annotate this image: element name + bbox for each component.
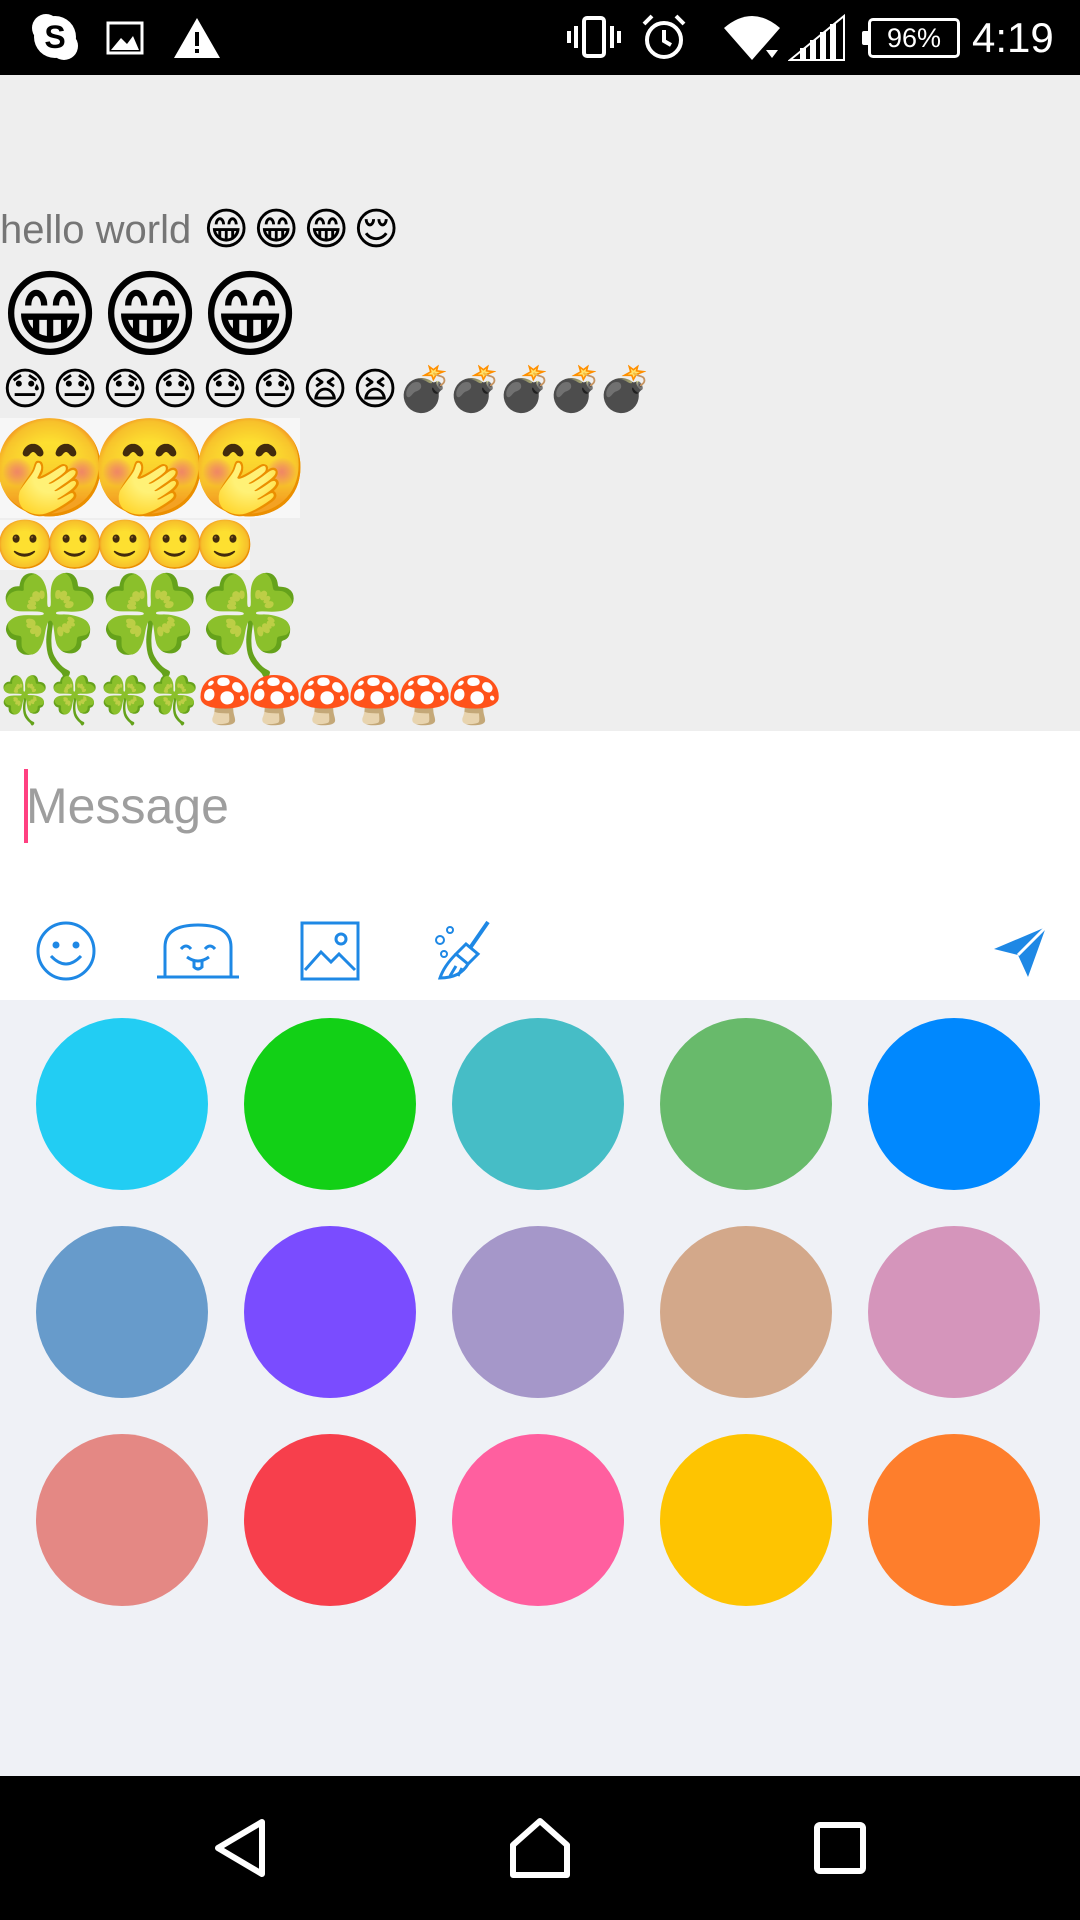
chat-emoji: 💣 bbox=[397, 364, 453, 415]
color-swatch[interactable] bbox=[244, 1018, 416, 1190]
chat-emoji: 🙂 bbox=[95, 517, 155, 573]
color-swatch[interactable] bbox=[36, 1434, 208, 1606]
chat-emoji: 😫 bbox=[352, 364, 398, 415]
color-swatch[interactable] bbox=[452, 1018, 624, 1190]
clock: 4:19 bbox=[972, 14, 1054, 61]
color-swatch[interactable] bbox=[452, 1226, 624, 1398]
color-swatch[interactable] bbox=[660, 1226, 832, 1398]
color-swatch[interactable] bbox=[244, 1434, 416, 1606]
message-row-3: 😓 😓 😓 😓 😓 😓 😫 😫 💣 💣 💣 💣 💣 bbox=[0, 364, 653, 415]
chat-emoji: 😌 bbox=[353, 204, 400, 255]
chat-emoji: 😁 bbox=[0, 259, 101, 371]
alarm-icon bbox=[640, 10, 688, 64]
chat-emoji: 🍄 bbox=[196, 673, 254, 727]
warning-icon bbox=[172, 10, 222, 64]
chat-emoji: 😓 bbox=[202, 364, 248, 415]
recents-icon[interactable] bbox=[780, 1798, 900, 1898]
chat-emoji: 🍄 bbox=[396, 673, 454, 727]
chat-emoji: 😁 bbox=[99, 259, 201, 371]
color-swatch[interactable] bbox=[660, 1018, 832, 1190]
chat-emoji: 😓 bbox=[152, 364, 198, 415]
message-row-2: 😁 😁 😁 bbox=[0, 265, 300, 365]
chat-emoji: 🤭 bbox=[90, 412, 210, 524]
emoji-icon[interactable] bbox=[32, 901, 100, 1001]
chat-emoji: 💣 bbox=[497, 364, 553, 415]
chat-emoji: 🍀 bbox=[96, 673, 154, 727]
color-swatch[interactable] bbox=[868, 1018, 1040, 1190]
chat-emoji: 🍄 bbox=[346, 673, 404, 727]
image-icon[interactable] bbox=[298, 901, 362, 1001]
sticker-icon[interactable] bbox=[155, 901, 241, 1001]
color-swatch[interactable] bbox=[660, 1434, 832, 1606]
message-row-6: 🍀 🍀 🍀 bbox=[0, 569, 310, 681]
chat-emoji: 😓 bbox=[2, 364, 48, 415]
image-notification-icon bbox=[105, 10, 145, 64]
chat-emoji: 🍀 bbox=[146, 673, 204, 727]
chat-emoji: 😓 bbox=[252, 364, 298, 415]
chat-emoji: 😓 bbox=[102, 364, 148, 415]
battery-indicator: 96% bbox=[862, 18, 960, 58]
chat-emoji: 😓 bbox=[52, 364, 98, 415]
skype-icon: S bbox=[28, 10, 82, 64]
chat-emoji: 🍀 bbox=[46, 673, 104, 727]
chat-emoji: 🍀 bbox=[190, 569, 310, 681]
chat-messages-area[interactable]: hello world 😁 😁 😁 😌 😁 😁 😁 😓 😓 😓 😓 😓 😓 😫 😫 💣 💣 💣 💣 💣 🤭 🤭 🤭 🙂… bbox=[0, 75, 1080, 731]
chat-emoji: 🍄 bbox=[446, 673, 504, 727]
back-icon[interactable] bbox=[182, 1798, 302, 1898]
message-row-5: 🙂 🙂 🙂 🙂 🙂 bbox=[0, 517, 255, 573]
chat-emoji: 🙂 bbox=[45, 517, 105, 573]
compose-panel bbox=[0, 731, 1080, 1000]
chat-emoji: 🍀 bbox=[0, 569, 110, 681]
wifi-icon bbox=[722, 10, 782, 64]
chat-emoji: 😫 bbox=[302, 364, 348, 415]
chat-emoji: 💣 bbox=[447, 364, 503, 415]
message-row-1: hello world 😁 😁 😁 😌 bbox=[0, 205, 401, 255]
color-palette bbox=[0, 1000, 1080, 1776]
chat-emoji: 😁 bbox=[203, 204, 250, 255]
color-swatch[interactable] bbox=[36, 1226, 208, 1398]
cell-signal-icon bbox=[788, 10, 846, 64]
chat-emoji: 🙂 bbox=[195, 517, 255, 573]
chat-emoji: 😁 bbox=[199, 259, 301, 371]
message-row-7: 🍀 🍀 🍀 🍀 🍄 🍄 🍄 🍄 🍄 🍄 bbox=[0, 673, 504, 727]
home-icon[interactable] bbox=[480, 1798, 600, 1898]
color-swatch[interactable] bbox=[452, 1434, 624, 1606]
chat-emoji: 💣 bbox=[597, 364, 653, 415]
chat-emoji: 🍀 bbox=[0, 673, 54, 727]
navigation-bar bbox=[0, 1776, 1080, 1920]
vibrate-icon bbox=[566, 10, 622, 64]
message-text: hello world bbox=[0, 207, 192, 252]
chat-emoji: 🍀 bbox=[90, 569, 210, 681]
color-swatch[interactable] bbox=[868, 1434, 1040, 1606]
chat-emoji: 🤭 bbox=[190, 412, 310, 524]
message-row-4: 🤭 🤭 🤭 bbox=[0, 412, 310, 524]
color-swatch[interactable] bbox=[36, 1018, 208, 1190]
color-swatch[interactable] bbox=[868, 1226, 1040, 1398]
chat-emoji: 🙂 bbox=[0, 517, 55, 573]
color-swatch[interactable] bbox=[244, 1226, 416, 1398]
send-icon[interactable] bbox=[990, 901, 1050, 1001]
chat-emoji: 🍄 bbox=[246, 673, 304, 727]
chat-emoji: 😁 bbox=[253, 204, 300, 255]
clear-format-icon[interactable] bbox=[428, 901, 498, 1001]
chat-emoji: 🙂 bbox=[145, 517, 205, 573]
message-input[interactable] bbox=[26, 771, 926, 841]
status-bar: S 96% 4:19 bbox=[0, 0, 1080, 75]
chat-emoji: 🍄 bbox=[296, 673, 354, 727]
chat-emoji: 😁 bbox=[303, 204, 350, 255]
chat-emoji: 🤭 bbox=[0, 412, 110, 524]
svg-text:S: S bbox=[44, 19, 65, 55]
chat-emoji: 💣 bbox=[547, 364, 603, 415]
